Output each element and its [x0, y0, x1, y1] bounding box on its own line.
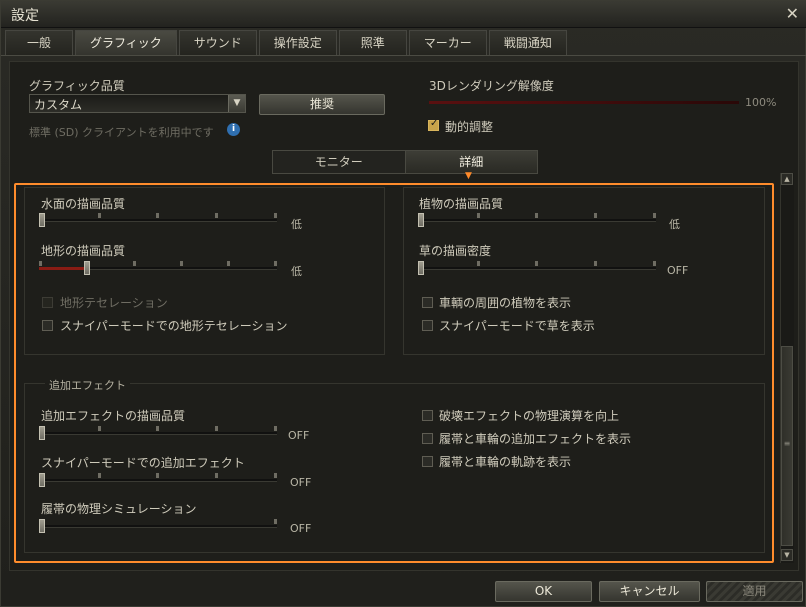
sniper-grass-label: スナイパーモードで草を表示: [439, 319, 595, 333]
tab-graphics[interactable]: グラフィック: [75, 30, 177, 56]
slider-thumb[interactable]: [418, 213, 424, 227]
grass-density-label: 草の描画密度: [419, 244, 492, 258]
cancel-button[interactable]: キャンセル: [599, 581, 700, 602]
vegetation-quality-label: 植物の描画品質: [419, 197, 504, 211]
resolution-slider[interactable]: [429, 101, 739, 104]
sniper-grass-checkbox[interactable]: [422, 320, 433, 331]
window-title: 設定: [11, 8, 39, 24]
tab-divider: [1, 55, 806, 56]
water-quality-label: 水面の描画品質: [41, 197, 126, 211]
resolution-value: 100%: [745, 96, 777, 109]
vehicle-vegetation-checkbox[interactable]: [422, 297, 433, 308]
destruction-physics-checkbox[interactable]: [422, 410, 433, 421]
grass-density-value: OFF: [667, 264, 689, 277]
slider-thumb[interactable]: [39, 213, 45, 227]
grass-density-slider[interactable]: [418, 261, 656, 275]
track-physics-slider[interactable]: [39, 519, 277, 533]
terrain-quality-value: 低: [291, 265, 302, 278]
tessellation-label: 地形テセレーション: [60, 296, 168, 310]
sniper-tessellation-label: スナイパーモードでの地形テセレーション: [60, 319, 288, 333]
sniper-effects-value: OFF: [290, 476, 312, 489]
tessellation-checkbox[interactable]: [42, 297, 53, 308]
recommend-button[interactable]: 推奨: [259, 94, 385, 115]
tab-general[interactable]: 一般: [5, 30, 73, 55]
destruction-physics-label: 破壊エフェクトの物理演算を向上: [439, 409, 620, 423]
slider-thumb[interactable]: [39, 426, 45, 440]
tab-aim[interactable]: 照準: [338, 30, 407, 55]
track-effects-label: 履帯と車輪の追加エフェクトを表示: [439, 432, 632, 446]
tab-sound[interactable]: サウンド: [178, 30, 257, 55]
info-icon[interactable]: i: [227, 123, 240, 136]
slider-thumb[interactable]: [39, 519, 45, 533]
tab-controls[interactable]: 操作設定: [258, 30, 337, 55]
terrain-quality-slider[interactable]: [39, 261, 277, 275]
dynamic-adjust-checkbox[interactable]: [428, 118, 439, 131]
vegetation-quality-value: 低: [669, 218, 680, 231]
apply-button[interactable]: 適用: [706, 581, 803, 602]
subtab-advanced[interactable]: 詳細: [404, 151, 537, 173]
effects-quality-label: 追加エフェクトの描画品質: [41, 409, 186, 423]
effects-quality-slider[interactable]: [39, 426, 277, 440]
water-quality-slider[interactable]: [39, 213, 277, 227]
tab-markers[interactable]: マーカー: [408, 30, 487, 55]
effects-section-title: 追加エフェクト: [45, 377, 130, 393]
subtab-monitor[interactable]: モニター: [273, 151, 405, 173]
resolution-label: 3Dレンダリング解像度: [429, 79, 554, 93]
terrain-quality-label: 地形の描画品質: [41, 244, 126, 258]
slider-thumb[interactable]: [418, 261, 424, 275]
track-physics-label: 履帯の物理シミュレーション: [41, 502, 197, 516]
sniper-tessellation-checkbox[interactable]: [42, 320, 53, 331]
slider-thumb[interactable]: [84, 261, 90, 275]
tab-notifications[interactable]: 戦闘通知: [488, 30, 567, 55]
settings-window: 設定 ✕ 一般 グラフィック サウンド 操作設定 照準 マーカー 戦闘通知 グラ…: [0, 0, 806, 607]
water-quality-value: 低: [291, 218, 302, 231]
vehicle-vegetation-label: 車輌の周囲の植物を表示: [439, 296, 572, 310]
dynamic-adjust-label: 動的調整: [445, 120, 494, 134]
settings-tabs: 一般 グラフィック サウンド 操作設定 照準 マーカー 戦闘通知: [5, 30, 567, 56]
vegetation-quality-slider[interactable]: [418, 213, 656, 227]
track-physics-value: OFF: [290, 522, 312, 535]
graphics-quality-value: カスタム: [34, 98, 83, 112]
effects-quality-value: OFF: [288, 429, 310, 442]
chevron-down-icon: ▼: [465, 171, 472, 181]
track-marks-label: 履帯と車輪の軌跡を表示: [439, 455, 572, 469]
graphics-subtabs: モニター 詳細: [272, 150, 538, 174]
graphics-quality-label: グラフィック品質: [29, 79, 125, 93]
graphics-quality-select[interactable]: カスタム ▼: [29, 94, 246, 113]
sniper-effects-slider[interactable]: [39, 473, 277, 487]
ok-button[interactable]: OK: [495, 581, 592, 602]
sniper-effects-label: スナイパーモードでの追加エフェクト: [41, 456, 245, 470]
title-bar: 設定 ✕: [1, 1, 806, 28]
scroll-up-icon[interactable]: ▲: [781, 173, 793, 185]
scroll-thumb[interactable]: ≡: [781, 346, 793, 546]
scroll-down-icon[interactable]: ▼: [781, 549, 793, 561]
close-icon[interactable]: ✕: [786, 4, 799, 23]
track-marks-checkbox[interactable]: [422, 456, 433, 467]
slider-thumb[interactable]: [39, 473, 45, 487]
chevron-down-icon[interactable]: ▼: [228, 95, 245, 112]
track-effects-checkbox[interactable]: [422, 433, 433, 444]
sd-client-note: 標準 (SD) クライアントを利用中です: [29, 126, 214, 139]
